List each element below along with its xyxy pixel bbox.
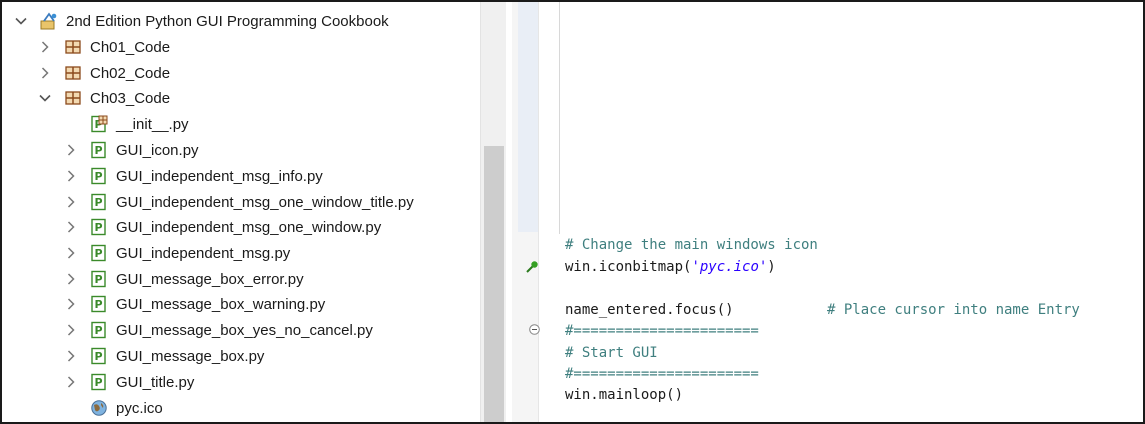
svg-text:P: P <box>94 221 102 234</box>
tree-item-label: Ch01_Code <box>90 38 171 56</box>
svg-text:P: P <box>94 298 102 311</box>
explorer-scrollbar-thumb[interactable] <box>484 146 504 422</box>
tree-item-label: Ch03_Code <box>90 89 171 107</box>
tree-item-label: GUI_message_box.py <box>116 347 265 365</box>
ruler-shade <box>518 2 538 232</box>
python-file-icon: P <box>90 244 108 262</box>
svg-text:P: P <box>94 324 102 337</box>
chevron-right-icon[interactable] <box>64 297 78 311</box>
python-file-icon: P <box>90 347 108 365</box>
ide-window: 2nd Edition Python GUI Programming Cookb… <box>0 0 1145 424</box>
editor-margin-line <box>559 2 560 234</box>
init-py-file-icon: P <box>90 115 108 133</box>
tree-item-gui-title-py[interactable]: P GUI_title.py <box>2 369 194 395</box>
svg-text:P: P <box>94 350 102 363</box>
code-comment-start-gui: # Start GUI <box>565 345 658 361</box>
project-explorer: 2nd Edition Python GUI Programming Cookb… <box>2 2 480 422</box>
code-iconbitmap-call: win.iconbitmap( <box>565 259 692 275</box>
tree-item-ch01-code[interactable]: Ch01_Code <box>2 34 170 60</box>
code-iconbitmap-arg: 'pyc.ico' <box>691 259 768 275</box>
project-icon <box>40 12 58 30</box>
code-iconbitmap-close: ) <box>767 259 776 275</box>
python-file-icon: P <box>90 167 108 185</box>
code-focus-comment: # Place cursor into name Entry <box>827 302 1080 318</box>
tree-item-gui-message-box-yes-no-cancel-py[interactable]: P GUI_message_box_yes_no_cancel.py <box>2 317 373 343</box>
tree-item-gui-independent-msg-one-window-py[interactable]: P GUI_independent_msg_one_window.py <box>2 214 381 240</box>
package-icon <box>64 89 82 107</box>
svg-text:P: P <box>94 376 102 389</box>
code-focus-call: name_entered.focus() <box>565 302 734 318</box>
tree-item-init-py[interactable]: P __init__.py <box>2 111 189 137</box>
svg-text:P: P <box>94 170 102 183</box>
tree-item-gui-independent-msg-one-window-title-py[interactable]: P GUI_independent_msg_one_window_title.py <box>2 189 414 215</box>
code-editor[interactable]: # Change the main windows icon win.iconb… <box>526 2 1143 422</box>
tree-item-label: __init__.py <box>116 115 189 133</box>
tree-item-label: pyc.ico <box>116 399 163 417</box>
chevron-down-icon[interactable] <box>14 14 28 28</box>
chevron-right-icon[interactable] <box>64 349 78 363</box>
tree-item-gui-independent-msg-info-py[interactable]: P GUI_independent_msg_info.py <box>2 163 323 189</box>
explorer-scrollbar[interactable] <box>480 2 507 422</box>
chevron-right-icon[interactable] <box>64 195 78 209</box>
tree-item-label: GUI_title.py <box>116 373 195 391</box>
python-file-icon: P <box>90 270 108 288</box>
svg-text:P: P <box>94 273 102 286</box>
chevron-right-icon[interactable] <box>64 323 78 337</box>
tree-item-label: GUI_independent_msg.py <box>116 244 291 262</box>
chevron-right-icon[interactable] <box>64 272 78 286</box>
python-file-icon: P <box>90 218 108 236</box>
tree-item-label: GUI_independent_msg_info.py <box>116 167 323 185</box>
tree-item-2nd-edition-python-gui-programming-cookbook[interactable]: 2nd Edition Python GUI Programming Cookb… <box>2 8 389 34</box>
tree-item-label: 2nd Edition Python GUI Programming Cookb… <box>66 12 389 30</box>
svg-text:P: P <box>94 144 102 157</box>
code-separator-bottom: #====================== <box>565 366 759 382</box>
chevron-right-icon[interactable] <box>64 143 78 157</box>
tree-item-gui-independent-msg-py[interactable]: P GUI_independent_msg.py <box>2 240 290 266</box>
tree-item-gui-icon-py[interactable]: P GUI_icon.py <box>2 137 199 163</box>
tree-item-label: GUI_message_box_warning.py <box>116 295 326 313</box>
python-file-icon: P <box>90 373 108 391</box>
svg-text:P: P <box>94 247 102 260</box>
tree-item-label: GUI_message_box_error.py <box>116 270 304 288</box>
fold-collapse-icon[interactable] <box>529 324 540 335</box>
tree-item-label: Ch02_Code <box>90 64 171 82</box>
tree-item-ch02-code[interactable]: Ch02_Code <box>2 60 170 86</box>
python-file-icon: P <box>90 141 108 159</box>
editor-ruler <box>512 2 539 422</box>
globe-ico-file-icon <box>90 399 108 417</box>
code-focus-line: name_entered.focus() # Place cursor into … <box>565 299 1080 321</box>
chevron-right-icon[interactable] <box>38 66 52 80</box>
svg-text:P: P <box>94 196 102 209</box>
package-icon <box>64 38 82 56</box>
chevron-down-icon[interactable] <box>38 91 52 105</box>
code-separator-top: #====================== <box>565 323 759 339</box>
code-iconbitmap-line: win.iconbitmap('pyc.ico') <box>565 256 776 278</box>
tree-item-label: GUI_icon.py <box>116 141 199 159</box>
python-file-icon: P <box>90 321 108 339</box>
tree-item-label: GUI_independent_msg_one_window.py <box>116 218 382 236</box>
chevron-right-icon[interactable] <box>64 375 78 389</box>
tree-item-gui-message-box-warning-py[interactable]: P GUI_message_box_warning.py <box>2 291 325 317</box>
code-mainloop-line: win.mainloop() <box>565 387 684 403</box>
tree-item-gui-message-box-error-py[interactable]: P GUI_message_box_error.py <box>2 266 304 292</box>
chevron-right-icon[interactable] <box>64 220 78 234</box>
tree-item-ch03-code[interactable]: Ch03_Code <box>2 85 170 111</box>
chevron-right-icon[interactable] <box>38 40 52 54</box>
chevron-right-icon[interactable] <box>64 246 78 260</box>
tree-item-label: GUI_message_box_yes_no_cancel.py <box>116 321 373 339</box>
tree-item-pyc-ico[interactable]: pyc.ico <box>2 395 163 421</box>
tree-item-gui-message-box-py[interactable]: P GUI_message_box.py <box>2 343 264 369</box>
chevron-right-icon[interactable] <box>64 169 78 183</box>
python-file-icon: P <box>90 295 108 313</box>
marker-arrow-icon[interactable] <box>525 260 539 274</box>
package-icon <box>64 64 82 82</box>
python-file-icon: P <box>90 193 108 211</box>
tree-item-label: GUI_independent_msg_one_window_title.py <box>116 193 414 211</box>
code-comment-change-icon: # Change the main windows icon <box>565 237 818 253</box>
